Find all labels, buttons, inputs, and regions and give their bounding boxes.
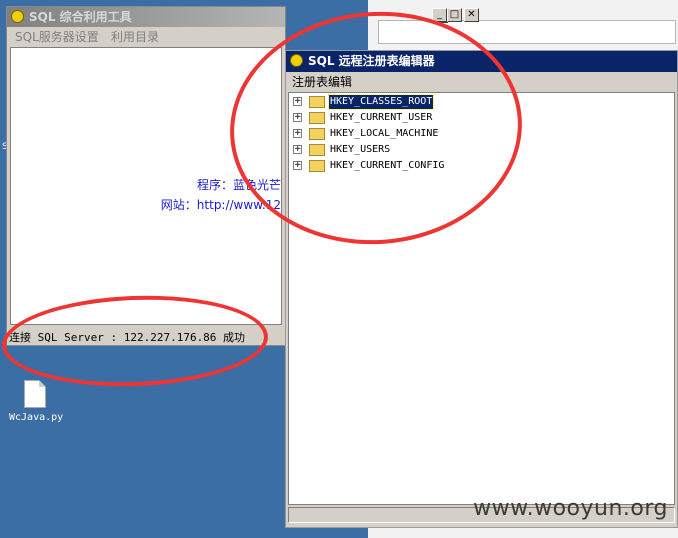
menu-registry-edit[interactable]: 注册表编辑: [292, 72, 352, 92]
sql-tool-titlebar[interactable]: SQL 综合利用工具 _: [7, 7, 448, 27]
folder-icon: [309, 128, 325, 140]
minimize-button[interactable]: _: [432, 8, 447, 22]
website-link[interactable]: 网站：http://www.12: [161, 196, 281, 213]
menu-exploit-directory[interactable]: 利用目录: [111, 27, 159, 47]
sql-tool-menubar: SQL服务器设置 利用目录: [7, 27, 285, 47]
maximize-button[interactable]: □: [447, 8, 462, 22]
background-address-bar[interactable]: [378, 20, 676, 44]
app-smiley-icon: [290, 54, 303, 67]
folder-icon: [309, 96, 325, 108]
expand-plus-icon[interactable]: +: [293, 161, 302, 170]
registry-editor-title: SQL 远程注册表编辑器: [308, 54, 435, 68]
watermark: www.wooyun.org: [473, 496, 668, 521]
tree-node-label[interactable]: HKEY_LOCAL_MACHINE: [329, 127, 439, 141]
expand-plus-icon[interactable]: +: [293, 97, 302, 106]
expand-plus-icon[interactable]: +: [293, 145, 302, 154]
tree-node-label[interactable]: HKEY_CLASSES_ROOT: [327, 94, 435, 110]
registry-editor-titlebar[interactable]: SQL 远程注册表编辑器: [286, 51, 677, 72]
sql-tool-content: 程序：蓝色光芒 网站：http://www.12: [10, 47, 282, 325]
expand-plus-icon[interactable]: +: [293, 113, 302, 122]
python-file-icon[interactable]: [24, 380, 46, 408]
tree-node-label[interactable]: HKEY_USERS: [329, 143, 391, 157]
folder-icon: [309, 112, 325, 124]
close-button[interactable]: ✕: [464, 8, 479, 22]
folder-icon: [309, 144, 325, 156]
program-author-text: 程序：蓝色光芒: [196, 178, 281, 192]
registry-tree[interactable]: + HKEY_CLASSES_ROOT + HKEY_CURRENT_USER …: [288, 92, 675, 505]
expand-plus-icon[interactable]: +: [293, 129, 302, 138]
desktop-file-label[interactable]: WcJava.py: [9, 412, 63, 423]
menu-sql-server-settings[interactable]: SQL服务器设置: [15, 27, 99, 47]
app-smiley-icon: [11, 10, 24, 23]
tree-node-label[interactable]: HKEY_CURRENT_CONFIG: [329, 159, 445, 173]
connection-status: 连接 SQL Server : 122.227.176.86 成功: [9, 331, 246, 344]
registry-editor-window: SQL 远程注册表编辑器 注册表编辑 + HKEY_CLASSES_ROOT +…: [285, 50, 678, 528]
tree-node-label[interactable]: HKEY_CURRENT_USER: [329, 111, 433, 125]
sql-tool-window: SQL 综合利用工具 _ SQL服务器设置 利用目录 程序：蓝色光芒 网站：ht…: [6, 6, 448, 346]
folder-icon: [309, 160, 325, 172]
sql-tool-title: SQL 综合利用工具: [29, 10, 132, 24]
registry-editor-menubar: 注册表编辑: [286, 72, 677, 92]
